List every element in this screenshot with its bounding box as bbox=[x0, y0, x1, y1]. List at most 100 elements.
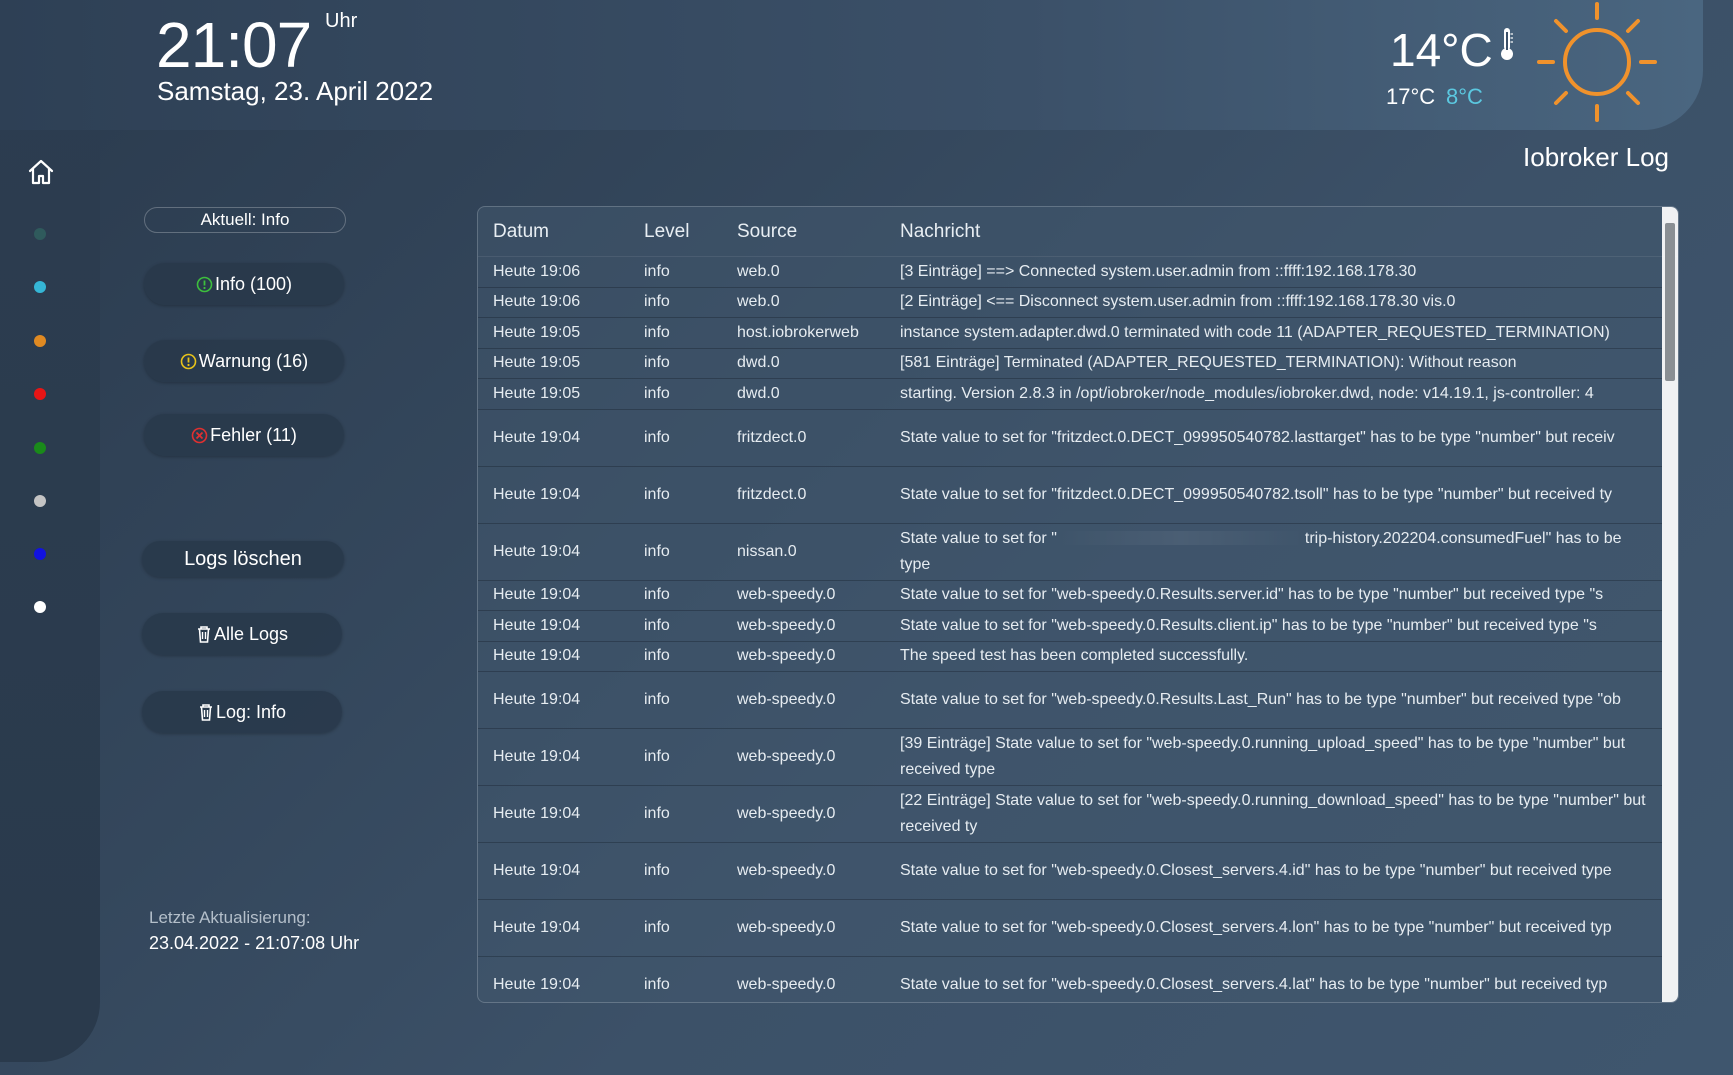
delete-all-logs-button[interactable]: Alle Logs bbox=[142, 613, 342, 655]
log-cell-level: info bbox=[644, 862, 670, 879]
log-cell-message: State value to set for "web-speedy.0.Clo… bbox=[900, 919, 1612, 936]
log-table: Datum Level Source Nachricht Heute 19:06… bbox=[477, 206, 1679, 1003]
warning-filter-label: Warnung (16) bbox=[198, 350, 309, 371]
log-message-prefix: State value to set for " bbox=[900, 529, 1057, 547]
log-cell-date: Heute 19:04 bbox=[493, 616, 581, 634]
log-cell-message: [22 Einträge] State value to set for "we… bbox=[900, 792, 1646, 835]
log-row: Heute 19:04 info fritzdect.0 State value to… bbox=[478, 410, 1662, 467]
column-header-date[interactable]: Datum bbox=[478, 221, 644, 243]
info-circle-icon bbox=[196, 276, 213, 293]
log-row: Heute 19:04 info web-speedy.0 [22 Einträge]… bbox=[478, 786, 1662, 843]
log-cell-message: State value to set for "fritzdect.0.DECT… bbox=[900, 485, 1613, 503]
error-circle-icon bbox=[191, 427, 208, 444]
log-cell-source: nissan.0 bbox=[737, 542, 797, 560]
log-row: Heute 19:04 info web-speedy.0 State value t… bbox=[478, 672, 1662, 729]
log-cell-level: info bbox=[644, 691, 670, 708]
log-cell-date: Heute 19:04 bbox=[493, 805, 581, 822]
log-row: Heute 19:04 info fritzdect.0 State value to… bbox=[478, 467, 1662, 524]
home-icon[interactable] bbox=[27, 158, 55, 186]
last-update-label: Letzte Aktualisierung: bbox=[149, 908, 311, 927]
log-cell-date: Heute 19:05 bbox=[493, 384, 581, 402]
log-cell-source: web-speedy.0 bbox=[737, 586, 836, 604]
info-filter-label: Info (100) bbox=[214, 273, 293, 294]
log-cell-level: info bbox=[644, 293, 670, 311]
log-cell-date: Heute 19:04 bbox=[493, 485, 581, 503]
delete-all-logs-label: Alle Logs bbox=[213, 623, 289, 644]
log-cell-level: info bbox=[644, 586, 670, 604]
log-row: Heute 19:06 info web.0 [3 Einträge] ==> Con… bbox=[478, 257, 1662, 288]
log-row: Heute 19:04 info web-speedy.0 State value t… bbox=[478, 611, 1662, 642]
nav-dot-white[interactable] bbox=[34, 601, 46, 613]
log-cell-level: info bbox=[644, 616, 670, 634]
log-cell-level: info bbox=[644, 805, 670, 822]
last-update-value: 23.04.2022 - 21:07:08 Uhr bbox=[149, 933, 360, 953]
log-row: Heute 19:04 info web-speedy.0 State value t… bbox=[478, 581, 1662, 611]
log-cell-message: State value to set for "web-speedy.0.Res… bbox=[900, 691, 1621, 708]
clock-unit: Uhr bbox=[325, 10, 358, 32]
log-cell-date: Heute 19:04 bbox=[493, 428, 581, 446]
delete-info-logs-button[interactable]: Log: Info bbox=[142, 691, 342, 733]
log-cell-source: web-speedy.0 bbox=[737, 616, 836, 634]
log-cell-date: Heute 19:04 bbox=[493, 862, 581, 879]
log-cell-source: web-speedy.0 bbox=[737, 805, 836, 822]
log-cell-source: web-speedy.0 bbox=[737, 748, 836, 765]
log-cell-level: info bbox=[644, 384, 670, 402]
thermometer-icon bbox=[1501, 28, 1513, 60]
log-cell-level: info bbox=[644, 542, 670, 560]
clear-logs-button[interactable]: Logs löschen bbox=[142, 541, 344, 577]
clock-time: 21:07 bbox=[156, 9, 312, 81]
nav-dot-red[interactable] bbox=[34, 388, 46, 400]
clear-logs-label: Logs löschen bbox=[184, 547, 302, 570]
log-row: Heute 19:05 info dwd.0 starting. Version 2.… bbox=[478, 379, 1662, 410]
log-row: Heute 19:04 info web-speedy.0 State value t… bbox=[478, 957, 1662, 1002]
log-cell-message: starting. Version 2.8.3 in /opt/iobroker… bbox=[900, 384, 1594, 402]
column-header-level[interactable]: Level bbox=[644, 221, 737, 243]
log-scrollbar[interactable] bbox=[1662, 207, 1678, 1002]
column-header-source[interactable]: Source bbox=[737, 221, 900, 243]
max-temperature: 17°C bbox=[1386, 84, 1436, 109]
clock-date: Samstag, 23. April 2022 bbox=[157, 76, 434, 106]
log-cell-source: dwd.0 bbox=[737, 384, 780, 402]
column-header-message[interactable]: Nachricht bbox=[900, 221, 1678, 243]
warning-filter-button[interactable]: Warnung (16) bbox=[144, 340, 344, 382]
log-cell-message: State value to set for "web-speedy.0.Res… bbox=[900, 616, 1597, 634]
min-temperature: 8°C bbox=[1446, 84, 1483, 109]
log-table-body: Heute 19:06 info web.0 [3 Einträge] ==> Con… bbox=[478, 257, 1678, 1002]
log-cell-message: The speed test has been completed succes… bbox=[900, 647, 1249, 665]
log-scrollbar-thumb[interactable] bbox=[1665, 223, 1675, 381]
log-cell-source: web-speedy.0 bbox=[737, 919, 836, 936]
log-cell-message: [3 Einträge] ==> Connected system.user.a… bbox=[900, 262, 1417, 280]
delete-info-logs-label: Log: Info bbox=[215, 701, 287, 722]
trash-icon bbox=[196, 625, 212, 643]
log-cell-message: [581 Einträge] Terminated (ADAPTER_REQUE… bbox=[900, 354, 1517, 372]
log-cell-source: web.0 bbox=[737, 293, 780, 311]
error-filter-label: Fehler (11) bbox=[210, 424, 297, 445]
error-filter-button[interactable]: Fehler (11) bbox=[144, 414, 344, 456]
nav-dot-blue[interactable] bbox=[34, 548, 46, 560]
log-cell-date: Heute 19:04 bbox=[493, 586, 581, 604]
redacted-text bbox=[1056, 531, 1305, 546]
log-cell-level: info bbox=[644, 323, 670, 341]
log-cell-message: State value to set for "web-speedy.0.Res… bbox=[900, 586, 1604, 604]
nav-dot-dark-teal[interactable] bbox=[34, 228, 46, 240]
log-cell-date: Heute 19:06 bbox=[493, 262, 581, 280]
log-row: Heute 19:05 info dwd.0 [581 Einträge] Termi… bbox=[478, 349, 1662, 379]
log-cell-message: instance system.adapter.dwd.0 terminated… bbox=[900, 323, 1610, 341]
log-cell-message: State value to set for "web-speedy.0.Clo… bbox=[900, 976, 1608, 993]
log-cell-source: fritzdect.0 bbox=[737, 428, 807, 446]
current-filter-indicator: Aktuell: Info bbox=[144, 207, 346, 233]
log-cell-level: info bbox=[644, 428, 670, 446]
log-row: Heute 19:04 info nissan.0 State value to se… bbox=[478, 524, 1662, 581]
log-cell-message: [2 Einträge] <== Disconnect system.user.… bbox=[900, 293, 1456, 311]
log-cell-date: Heute 19:04 bbox=[493, 691, 581, 708]
nav-dot-orange[interactable] bbox=[34, 335, 46, 347]
info-filter-button[interactable]: Info (100) bbox=[144, 263, 344, 305]
log-cell-date: Heute 19:04 bbox=[493, 647, 581, 665]
warning-circle-icon bbox=[180, 353, 197, 370]
log-cell-source: web-speedy.0 bbox=[737, 862, 836, 879]
nav-dot-grey[interactable] bbox=[34, 495, 46, 507]
log-cell-date: Heute 19:04 bbox=[493, 919, 581, 936]
nav-dot-green[interactable] bbox=[34, 442, 46, 454]
nav-dot-cyan[interactable] bbox=[34, 281, 46, 293]
log-cell-level: info bbox=[644, 354, 670, 372]
